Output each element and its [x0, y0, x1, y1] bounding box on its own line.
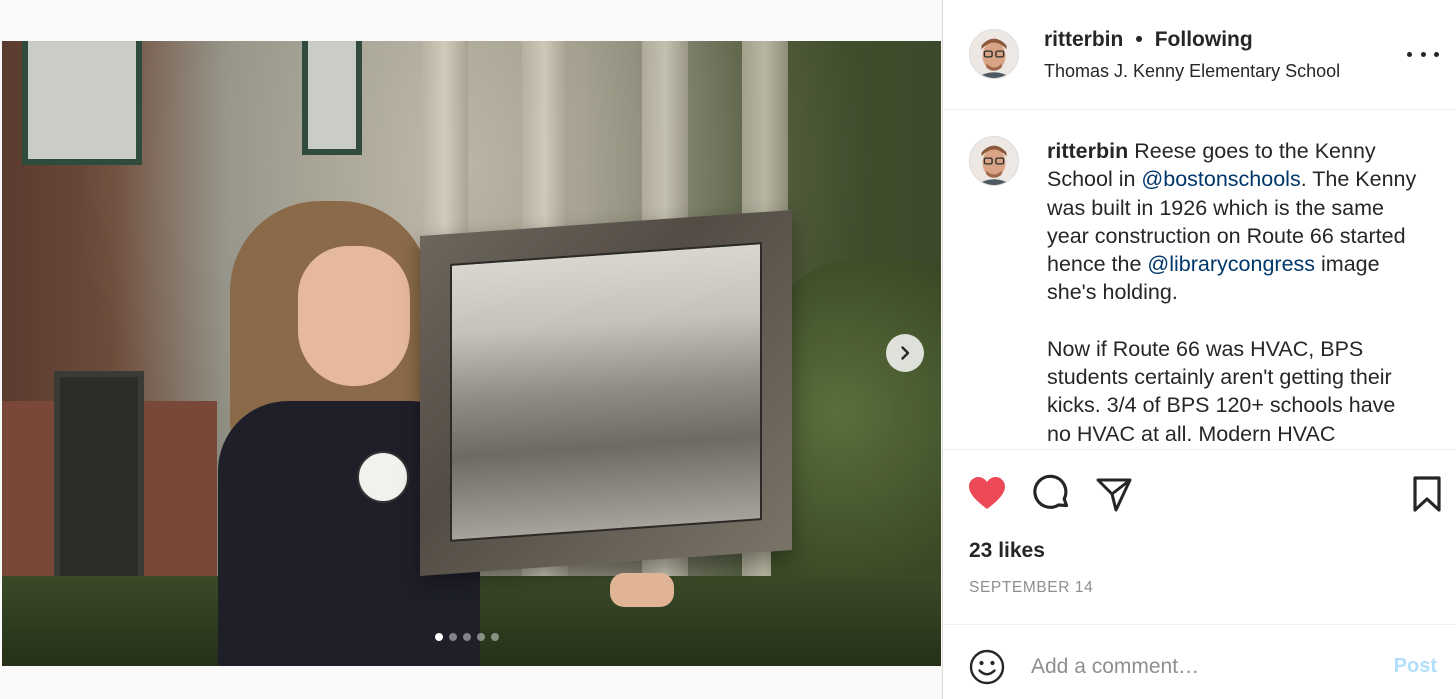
post-date: SEPTEMBER 14	[969, 579, 1094, 596]
post-photo[interactable]	[2, 41, 941, 666]
paper-plane-icon[interactable]	[1094, 474, 1134, 514]
more-options-icon[interactable]	[1407, 40, 1439, 68]
caption-avatar[interactable]	[969, 136, 1019, 186]
chevron-right-icon	[901, 346, 910, 360]
carousel-dot	[463, 633, 471, 641]
post-side-panel: ritterbin • Following Thomas J. Kenny El…	[942, 0, 1456, 699]
avatar[interactable]	[969, 29, 1019, 79]
mention-link[interactable]: @bostonschools	[1141, 167, 1300, 191]
carousel-dot	[435, 633, 443, 641]
more-dot	[1420, 51, 1426, 57]
carousel-next-button[interactable]	[886, 334, 924, 372]
comment-input[interactable]	[1031, 647, 1371, 687]
post-author-line: ritterbin • Following	[1044, 28, 1253, 52]
emoji-icon[interactable]	[969, 649, 1005, 685]
photo-picture-frame	[420, 209, 792, 577]
more-dot	[1407, 51, 1412, 57]
carousel-indicator	[435, 633, 499, 641]
photo-framed-landscape	[450, 242, 762, 542]
post-media	[0, 0, 942, 699]
following-button[interactable]: Following	[1155, 28, 1253, 52]
caption-paragraph: ritterbin Reese goes to the Kenny School…	[1047, 137, 1425, 307]
avatar-image	[970, 30, 1018, 78]
post-actions: 23 likes SEPTEMBER 14	[943, 449, 1456, 624]
likes-count[interactable]: 23 likes	[969, 539, 1045, 563]
photo-window	[302, 41, 362, 155]
photo-hand	[610, 573, 674, 607]
author-username[interactable]: ritterbin	[1044, 28, 1123, 52]
photo-door	[54, 371, 144, 601]
carousel-dot	[449, 633, 457, 641]
carousel-dot	[491, 633, 499, 641]
bookmark-icon[interactable]	[1407, 474, 1447, 514]
post-caption: ritterbin Reese goes to the Kenny School…	[1047, 137, 1425, 448]
heart-icon[interactable]	[967, 474, 1007, 514]
mention-link[interactable]: @librarycongress	[1147, 252, 1315, 276]
more-dot	[1434, 51, 1439, 57]
caption-area: ritterbin Reese goes to the Kenny School…	[943, 111, 1456, 449]
author-separator: •	[1135, 28, 1143, 51]
caption-paragraph: Now if Route 66 was HVAC, BPS students c…	[1047, 336, 1396, 446]
photo-school-badge	[357, 451, 409, 503]
avatar-image	[970, 137, 1018, 185]
comment-icon[interactable]	[1031, 474, 1071, 514]
comment-bar: Post	[943, 624, 1456, 699]
caption-username[interactable]: ritterbin	[1047, 139, 1128, 163]
post-location[interactable]: Thomas J. Kenny Elementary School	[1044, 61, 1340, 82]
post-header: ritterbin • Following Thomas J. Kenny El…	[943, 0, 1456, 110]
post-comment-button[interactable]: Post	[1394, 655, 1437, 678]
photo-window	[22, 41, 142, 165]
carousel-dot	[477, 633, 485, 641]
photo-girl-face	[298, 246, 410, 386]
